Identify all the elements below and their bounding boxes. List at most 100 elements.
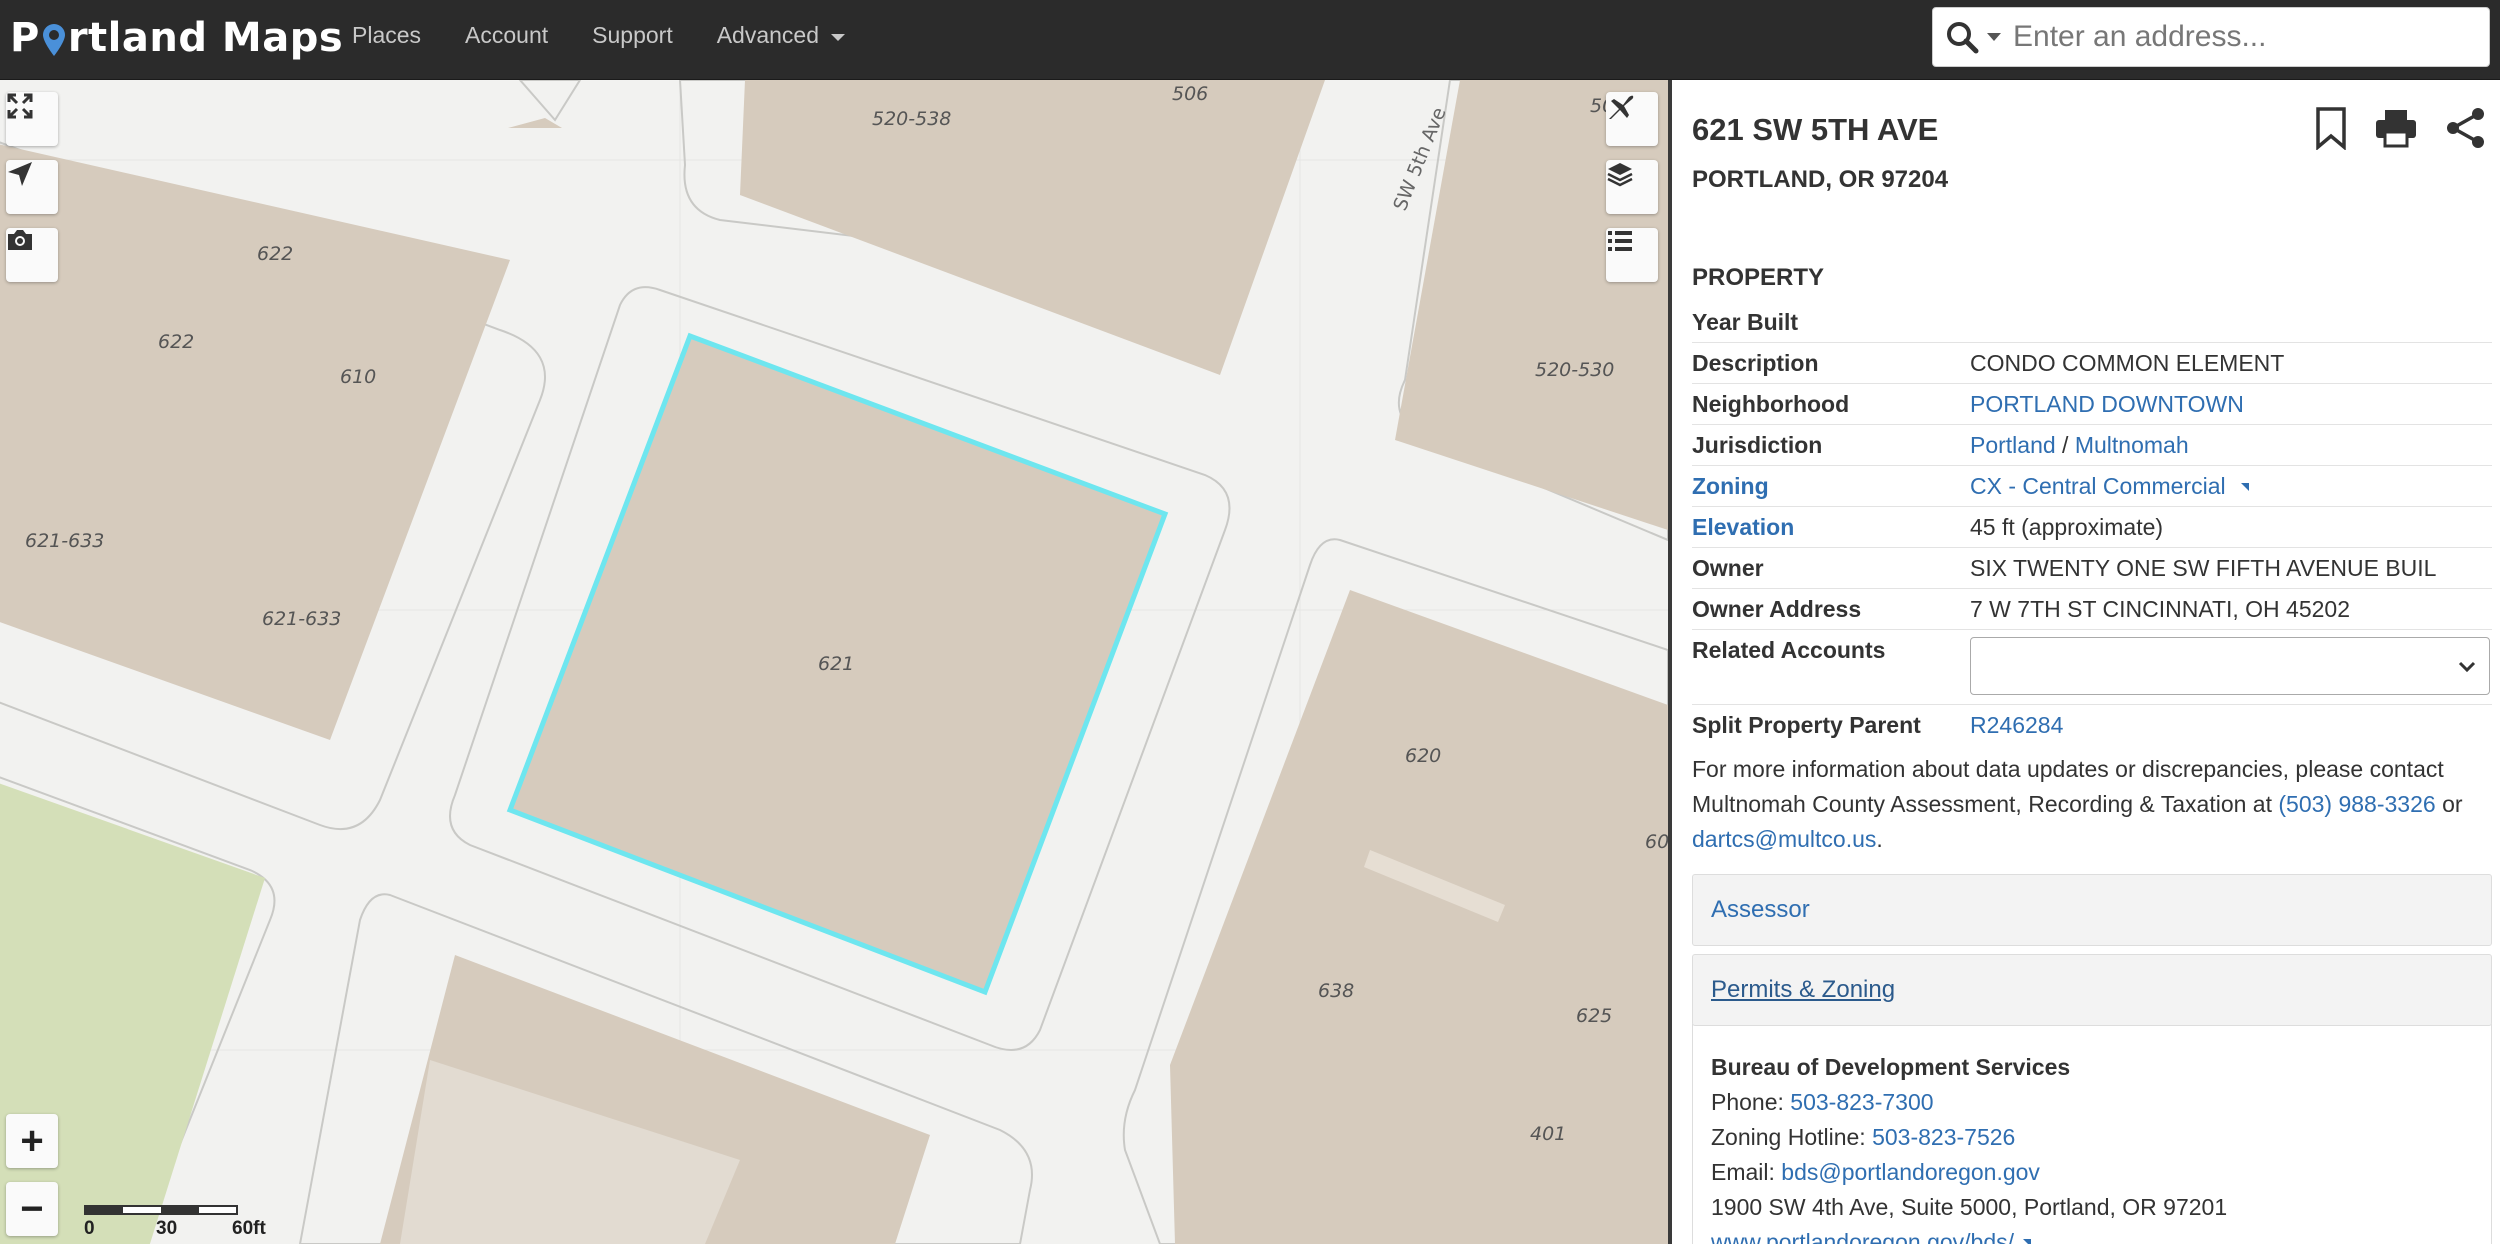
search-input[interactable] <box>2013 8 2489 66</box>
assessor-phone-link[interactable]: (503) 988-3326 <box>2278 791 2435 817</box>
bds-contact-block: Bureau of Development Services Phone: 50… <box>1692 1024 2492 1244</box>
search-type-dropdown[interactable] <box>1933 8 2013 66</box>
chevron-down-icon <box>2458 661 2476 673</box>
row-key-year-built: Year Built <box>1692 302 1970 343</box>
row-key-owner: Owner <box>1692 547 1970 589</box>
lot-label: 621-633 <box>262 608 341 630</box>
property-table: Year Built Description CONDO COMMON ELEM… <box>1692 302 2492 745</box>
aerial-toggle-button[interactable] <box>1606 92 1658 146</box>
screenshot-button[interactable] <box>6 228 58 282</box>
logo-text-prefix: P <box>10 15 40 61</box>
lot-label: 506 <box>1172 83 1208 105</box>
nav-advanced-label: Advanced <box>716 21 820 48</box>
minus-icon: − <box>20 1186 44 1231</box>
location-arrow-icon <box>8 162 32 186</box>
expand-icon <box>7 93 33 119</box>
permits-zoning-accordion-title: Permits & Zoning <box>1711 976 1896 1003</box>
layers-button[interactable] <box>1606 160 1658 214</box>
zoning-link[interactable]: CX - Central Commercial <box>1970 473 2250 499</box>
bds-url-text: www.portlandoregon.gov/bds/ <box>1711 1229 2015 1244</box>
lot-label: 520-530 <box>1535 359 1614 381</box>
jurisdiction-county-link[interactable]: Multnomah <box>2075 432 2189 458</box>
external-link-icon <box>2023 1239 2032 1244</box>
list-icon <box>1608 231 1632 251</box>
caret-down-icon <box>1987 33 2001 41</box>
bds-email-line: Email: bds@portlandoregon.gov <box>1711 1155 2473 1190</box>
layers-icon <box>1607 163 1633 187</box>
zoning-heading-link[interactable]: Zoning <box>1692 465 1970 507</box>
assessor-accordion[interactable]: Assessor <box>1692 874 2492 946</box>
related-accounts-select[interactable] <box>1970 637 2490 695</box>
nav-support-label: Support <box>592 21 673 48</box>
lot-label: 60 <box>1645 831 1668 853</box>
bds-website-link[interactable]: www.portlandoregon.gov/bds/ <box>1711 1229 2032 1244</box>
assessor-email-link[interactable]: dartcs@multco.us <box>1692 826 1876 852</box>
bds-phone-link[interactable]: 503-823-7300 <box>1790 1089 1933 1115</box>
bds-hotline-line: Zoning Hotline: 503-823-7526 <box>1711 1120 2473 1155</box>
jurisdiction-separator: / <box>2055 432 2075 458</box>
property-city-state-zip: PORTLAND, OR 97204 <box>1692 166 1949 193</box>
nav-account-label: Account <box>465 21 549 48</box>
legend-button[interactable] <box>1606 228 1658 282</box>
row-key-related-accounts: Related Accounts <box>1692 629 1970 705</box>
zoom-out-button[interactable]: − <box>6 1182 58 1236</box>
park-area <box>0 783 265 1244</box>
row-value-owner-address: 7 W 7TH ST CINCINNATI, OH 45202 <box>1970 588 2492 630</box>
table-row: Zoning CX - Central Commercial <box>1692 465 2492 507</box>
row-key-description: Description <box>1692 342 1970 384</box>
address-search <box>1932 7 2490 67</box>
lot-label: 401 <box>1530 1123 1566 1145</box>
row-key-jurisdiction: Jurisdiction <box>1692 424 1970 466</box>
nav-places[interactable]: Places <box>330 22 443 49</box>
bds-hotline-link[interactable]: 503-823-7526 <box>1872 1124 2015 1150</box>
table-row: Split Property Parent R246284 <box>1692 705 2492 746</box>
lot-label: 621-633 <box>25 530 104 552</box>
nav-support[interactable]: Support <box>570 22 695 49</box>
scale-label-30: 30 <box>156 1218 178 1239</box>
share-icon[interactable] <box>2444 106 2488 150</box>
bds-phone-label: Phone: <box>1711 1089 1791 1115</box>
bds-phone-line: Phone: 503-823-7300 <box>1711 1085 2473 1120</box>
permits-zoning-accordion[interactable]: Permits & Zoning <box>1692 954 2492 1026</box>
note-text: . <box>1876 826 1883 852</box>
table-row: Neighborhood PORTLAND DOWNTOWN <box>1692 383 2492 425</box>
lot-label: 520-538 <box>872 108 951 130</box>
table-row: Description CONDO COMMON ELEMENT <box>1692 342 2492 384</box>
table-row: Jurisdiction Portland / Multnomah <box>1692 424 2492 466</box>
table-row: Owner Address 7 W 7TH ST CINCINNATI, OH … <box>1692 588 2492 630</box>
zoning-link-text: CX - Central Commercial <box>1970 473 2226 499</box>
nav-advanced-dropdown[interactable]: Advanced <box>695 22 867 49</box>
fullscreen-button[interactable] <box>6 92 58 146</box>
map-canvas[interactable]: 520-538 506 50 622 622 610 520-530 621-6… <box>0 80 1668 1244</box>
scale-label-0: 0 <box>84 1218 95 1239</box>
assessor-accordion-title: Assessor <box>1711 896 1810 923</box>
lot-label: 621 <box>818 653 854 675</box>
property-detail-panel: 621 SW 5TH AVE PORTLAND, OR 97204 PROPER… <box>1668 80 2500 1244</box>
portland-maps-logo[interactable]: P rtland Maps <box>10 8 343 68</box>
nav-places-label: Places <box>352 21 422 48</box>
panel-actions <box>2314 106 2488 150</box>
print-icon[interactable] <box>2374 108 2418 148</box>
map-tiles: 520-538 506 50 622 622 610 520-530 621-6… <box>0 80 1668 1244</box>
map-pin-icon <box>41 21 67 56</box>
lot-label: 622 <box>158 331 194 353</box>
external-link-icon <box>2241 483 2249 491</box>
split-parent-link[interactable]: R246284 <box>1970 712 2063 738</box>
bds-hotline-label: Zoning Hotline: <box>1711 1124 1873 1150</box>
bds-email-link[interactable]: bds@portlandoregon.gov <box>1781 1159 2040 1185</box>
note-text: or <box>2435 791 2463 817</box>
logo-text-suffix: rtland Maps <box>67 15 344 61</box>
neighborhood-link[interactable]: PORTLAND DOWNTOWN <box>1970 391 2244 417</box>
jurisdiction-city-link[interactable]: Portland <box>1970 432 2056 458</box>
scale-label-60: 60ft <box>232 1218 266 1239</box>
bookmark-icon[interactable] <box>2314 106 2348 150</box>
nav-account[interactable]: Account <box>443 22 570 49</box>
zoom-in-button[interactable]: + <box>6 1114 58 1168</box>
bds-url-line: www.portlandoregon.gov/bds/ <box>1711 1225 2473 1244</box>
property-address: 621 SW 5TH AVE <box>1692 112 1939 147</box>
row-key-neighborhood: Neighborhood <box>1692 383 1970 425</box>
locate-me-button[interactable] <box>6 160 58 214</box>
table-row: Year Built <box>1692 302 2492 343</box>
row-value-description: CONDO COMMON ELEMENT <box>1970 342 2492 384</box>
elevation-heading-link[interactable]: Elevation <box>1692 506 1970 548</box>
